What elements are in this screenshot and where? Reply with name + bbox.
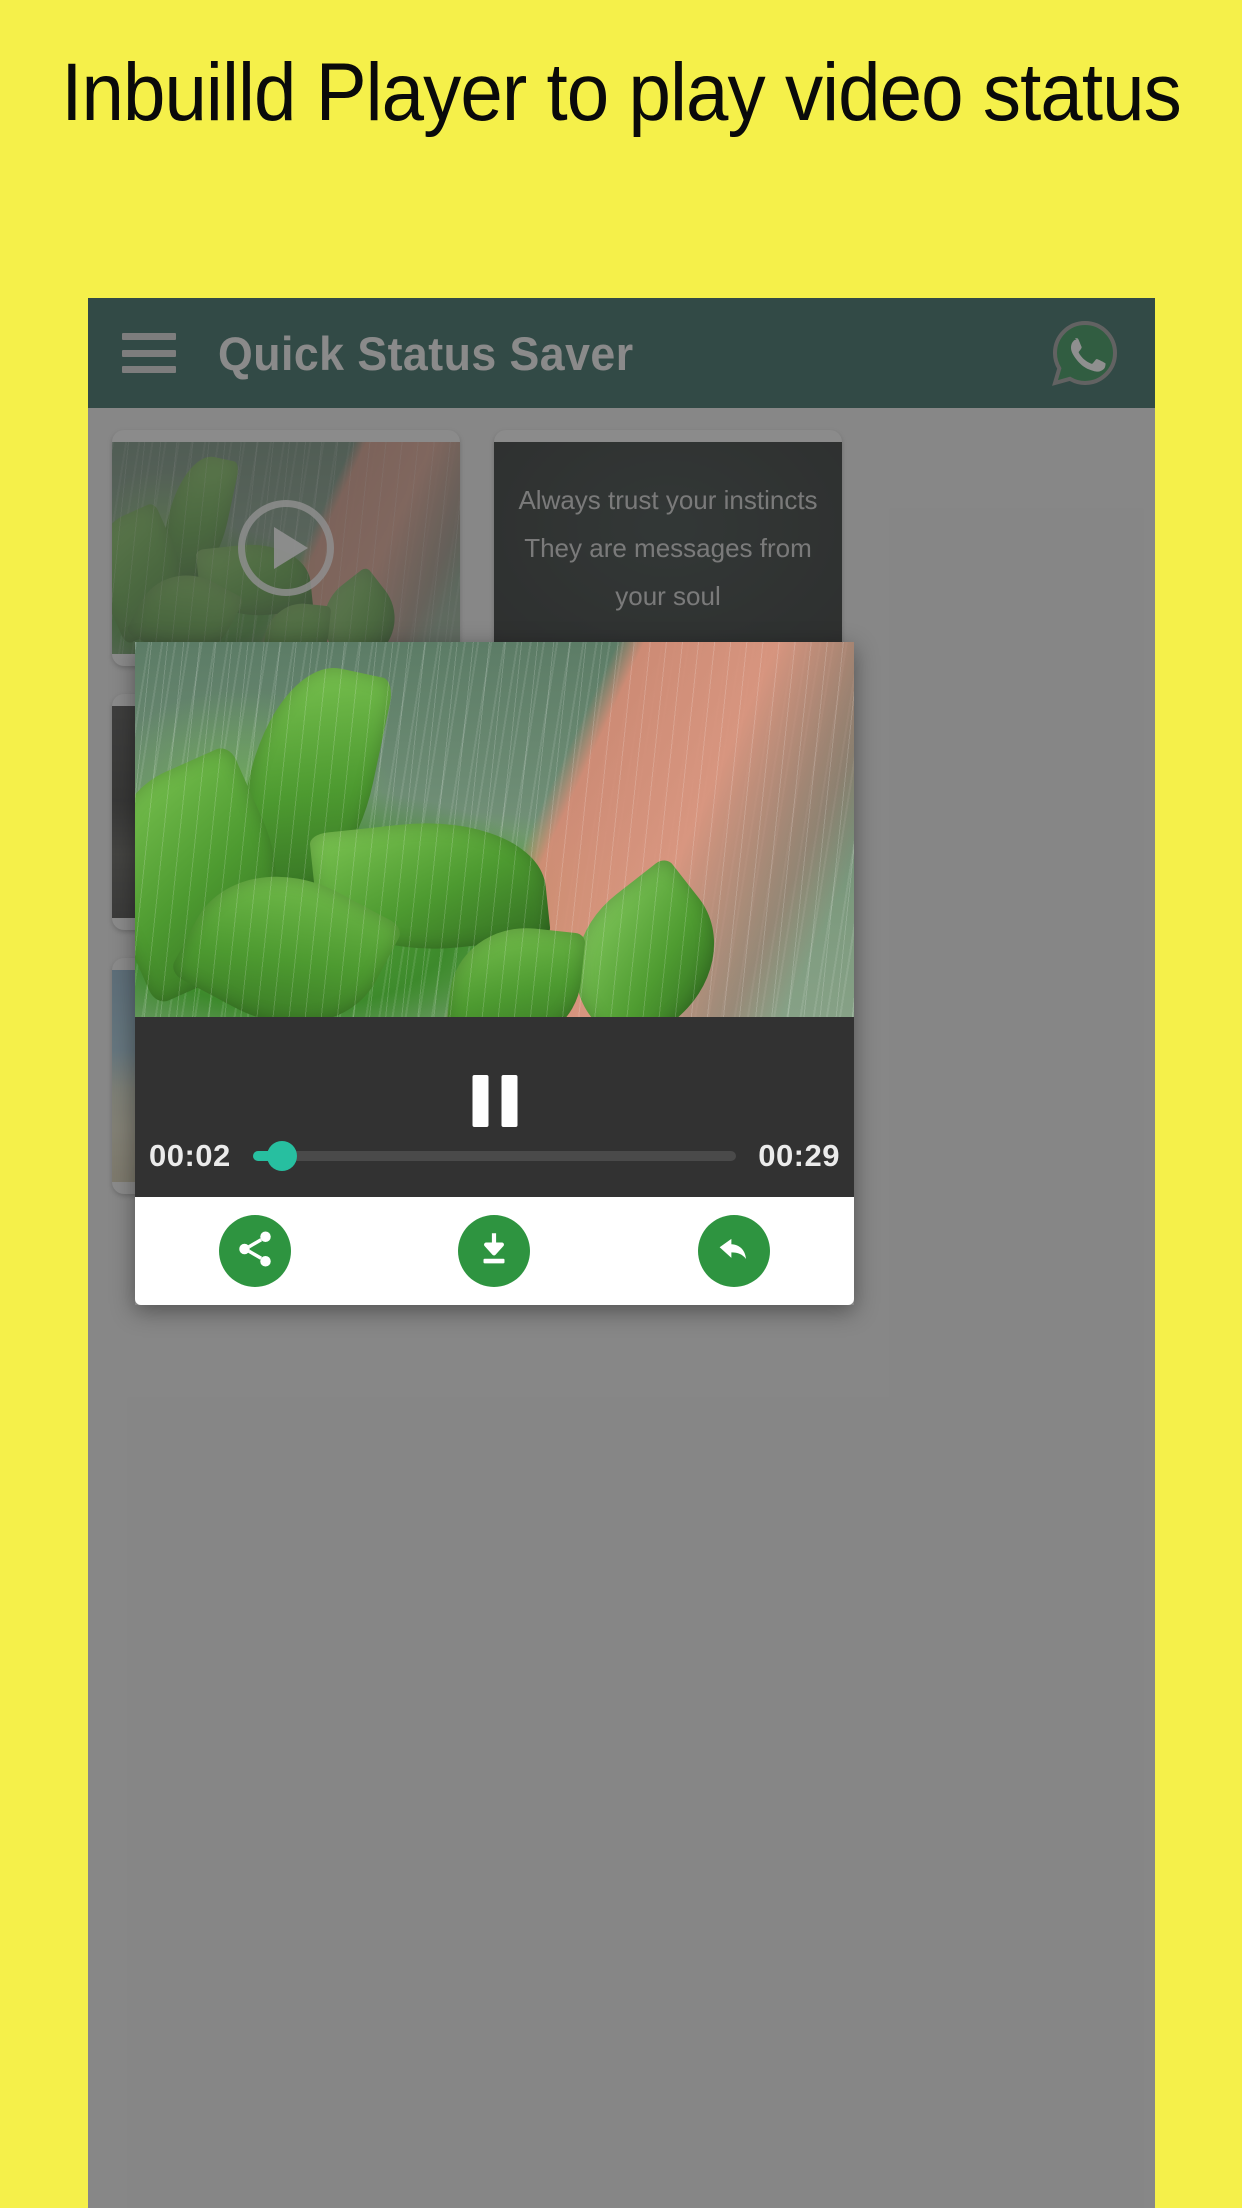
download-button[interactable] [458, 1215, 531, 1287]
seek-thumb[interactable] [266, 1141, 297, 1171]
promo-headline: Inbuilld Player to play video status [61, 47, 1181, 138]
reply-arrow-icon [713, 1228, 755, 1275]
share-button[interactable] [218, 1215, 291, 1287]
share-icon [234, 1228, 276, 1275]
seek-bar[interactable] [252, 1141, 737, 1171]
seek-row: 00:02 00:29 [135, 1131, 854, 1181]
phone-screenshot-frame: Quick Status Saver [88, 298, 1155, 2208]
total-time-label: 00:29 [758, 1138, 840, 1173]
pause-bar-right [501, 1075, 517, 1127]
video-surface[interactable] [135, 642, 854, 1017]
download-icon [473, 1228, 515, 1275]
player-controls: 00:02 00:29 [135, 1017, 854, 1197]
player-action-bar [135, 1197, 854, 1305]
video-frame-artwork [135, 642, 854, 1017]
current-time-label: 00:02 [149, 1138, 231, 1173]
video-player-dialog: 00:02 00:29 [135, 642, 854, 1305]
pause-icon[interactable] [472, 1075, 517, 1127]
pause-bar-left [472, 1075, 488, 1127]
repost-button[interactable] [698, 1215, 771, 1287]
